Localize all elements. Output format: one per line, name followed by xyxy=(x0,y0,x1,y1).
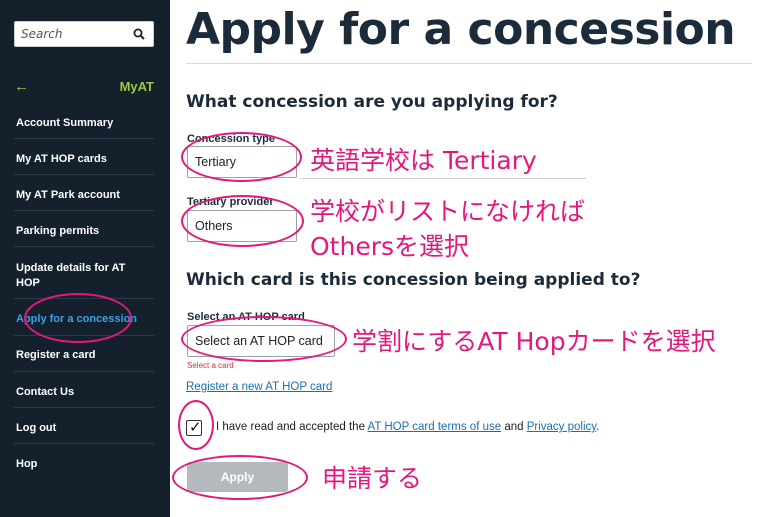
title-divider xyxy=(186,63,752,64)
search-box xyxy=(14,21,154,47)
privacy-policy-link[interactable]: Privacy policy xyxy=(527,421,596,433)
sidebar-item-update-details[interactable]: Update details for AT HOP xyxy=(0,261,154,299)
divider xyxy=(14,443,154,444)
annotation-card: 学割にするAT Hopカードを選択 xyxy=(352,327,716,356)
sidebar-item-label: Parking permits xyxy=(16,225,100,237)
divider xyxy=(14,407,154,408)
sidebar: ← MyAT Account Summary My AT HOP cards M… xyxy=(0,0,170,517)
divider xyxy=(14,210,154,211)
terms-suffix: . xyxy=(596,421,600,433)
sidebar-item-account-summary[interactable]: Account Summary xyxy=(0,116,170,139)
arrow-left-icon: ← xyxy=(14,78,29,95)
highlight-ring-apply-concession xyxy=(24,293,132,343)
terms-text: I have read and accepted the AT HOP card… xyxy=(216,421,599,433)
sidebar-item-log-out[interactable]: Log out xyxy=(0,421,170,444)
divider xyxy=(14,138,154,139)
card-select-error: Select a card xyxy=(187,361,234,370)
divider xyxy=(14,246,154,247)
sidebar-item-label: Log out xyxy=(16,422,57,434)
annotation-others-line1: 学校がリストになければ xyxy=(310,197,586,226)
terms-prefix: I have read and accepted the xyxy=(216,421,365,433)
sidebar-item-label: Account Summary xyxy=(16,117,114,129)
sidebar-item-label: My AT Park account xyxy=(16,189,120,201)
divider xyxy=(14,174,154,175)
terms-of-use-link[interactable]: AT HOP card terms of use xyxy=(368,421,502,433)
section-heading-concession: What concession are you applying for? xyxy=(186,92,558,112)
sidebar-item-register-card[interactable]: Register a card xyxy=(0,348,170,372)
highlight-ring-tertiary-provider xyxy=(181,195,304,247)
sidebar-item-my-at-park-account[interactable]: My AT Park account xyxy=(0,188,170,211)
search-input[interactable] xyxy=(21,25,127,43)
page-title: Apply for a concession xyxy=(186,4,736,55)
annotation-others-line2: Othersを選択 xyxy=(310,232,470,261)
divider xyxy=(14,371,154,372)
sidebar-item-label: Hop xyxy=(16,458,38,470)
sidebar-item-label: Contact Us xyxy=(16,386,75,398)
section-heading-card: Which card is this concession being appl… xyxy=(186,270,641,290)
back-to-myat[interactable]: ← MyAT xyxy=(0,77,170,99)
field-underline xyxy=(300,178,586,179)
annotation-apply: 申請する xyxy=(322,464,423,493)
back-label: MyAT xyxy=(119,79,154,94)
sidebar-item-label: Register a card xyxy=(16,349,96,361)
terms-and: and xyxy=(504,421,524,433)
annotation-tertiary: 英語学校は Tertiary xyxy=(310,146,537,175)
highlight-ring-card-select xyxy=(181,316,347,362)
highlight-ring-concession-type xyxy=(181,132,302,182)
sidebar-item-my-at-hop-cards[interactable]: My AT HOP cards xyxy=(0,152,170,175)
sidebar-item-parking-permits[interactable]: Parking permits xyxy=(0,224,170,247)
sidebar-item-label: Update details for AT HOP xyxy=(16,262,126,289)
search-icon[interactable] xyxy=(133,28,145,40)
highlight-ring-apply-button xyxy=(172,455,308,500)
sidebar-item-label: My AT HOP cards xyxy=(16,153,107,165)
register-new-card-link[interactable]: Register a new AT HOP card xyxy=(186,381,332,393)
sidebar-item-contact-us[interactable]: Contact Us xyxy=(0,385,170,408)
sidebar-item-hop[interactable]: Hop xyxy=(0,457,170,472)
highlight-ring-checkbox xyxy=(178,400,214,450)
